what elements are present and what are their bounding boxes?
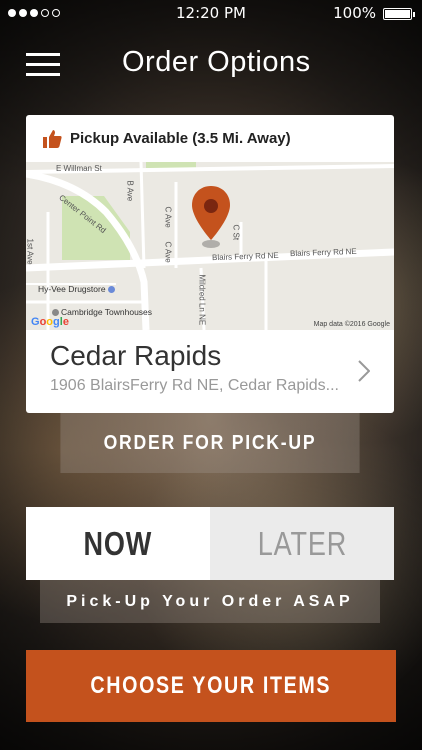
map-credit: Map data ©2016 Google <box>313 321 390 328</box>
battery-icon <box>383 8 415 20</box>
street-label: 1st Ave <box>26 238 35 265</box>
store-address: 1906 BlairsFerry Rd NE, Cedar Rapids... <box>50 377 339 394</box>
pickup-distance-label: Pickup Available (3.5 Mi. Away) <box>70 130 291 147</box>
order-pickup-button[interactable]: ORDER FOR PICK-UP <box>60 413 360 473</box>
street-label: B Ave <box>125 180 135 202</box>
google-logo: Google <box>31 316 69 328</box>
poi-hyvee: Hy-Vee Drugstore <box>38 284 115 294</box>
header: Order Options <box>0 40 422 90</box>
choose-items-button[interactable]: CHOOSE YOUR ITEMS <box>26 650 396 722</box>
chevron-right-icon <box>358 360 370 382</box>
timing-toggle: NOW LATER <box>26 507 394 580</box>
status-bar: 12:20 PM 100% <box>0 0 422 28</box>
street-label: E Willman St <box>56 164 102 173</box>
pickup-availability: Pickup Available (3.5 Mi. Away) <box>26 115 394 162</box>
page-title: Order Options <box>122 46 311 78</box>
thumbs-up-icon <box>43 129 62 148</box>
battery-percentage: 100% <box>333 4 376 22</box>
street-label: C Ave <box>163 206 173 228</box>
store-city: Cedar Rapids <box>50 340 222 371</box>
asap-label: Pick-Up Your Order ASAP <box>40 580 380 623</box>
street-label: C Ave <box>163 241 173 263</box>
later-option[interactable]: LATER <box>210 507 394 580</box>
street-label: C St <box>231 224 241 241</box>
store-map[interactable]: E Willman St Center Point Rd B Ave C Ave… <box>26 162 394 330</box>
location-pin-icon <box>192 186 230 248</box>
store-selector[interactable]: Cedar Rapids 1906 BlairsFerry Rd NE, Ced… <box>26 330 394 413</box>
street-label: Mildred Ln NE <box>197 274 207 326</box>
now-option[interactable]: NOW <box>26 507 210 580</box>
store-card: Pickup Available (3.5 Mi. Away) E Willma… <box>26 115 394 413</box>
hamburger-menu-icon[interactable] <box>26 53 60 77</box>
